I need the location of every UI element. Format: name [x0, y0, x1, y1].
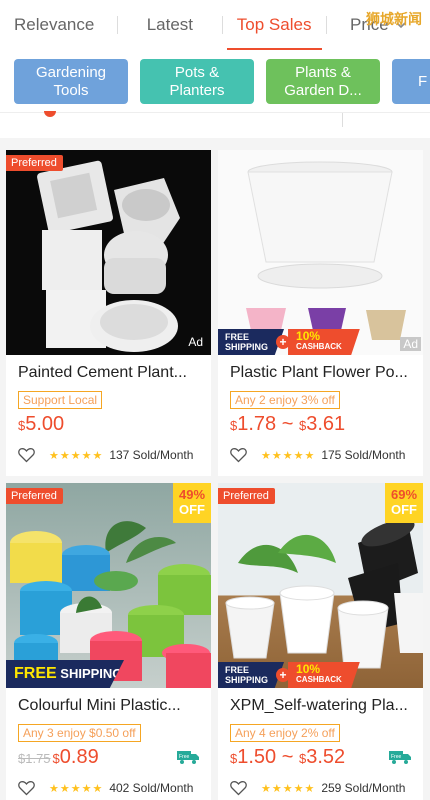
heart-icon[interactable]: [230, 780, 247, 796]
free-shipping-cashback-banner: FREE SHIPPING + 10% CASHBACK: [218, 662, 360, 688]
product-name: Painted Cement Plant...: [18, 364, 187, 381]
svg-text:Free: Free: [179, 754, 190, 760]
free-shipping-truck-icon: Free: [177, 751, 199, 764]
sort-tab-label: Latest: [146, 15, 194, 34]
ad-label: Ad: [400, 337, 421, 351]
plus-icon: +: [276, 668, 291, 682]
heart-icon[interactable]: [18, 447, 35, 463]
cement-pots-image: [37, 160, 180, 352]
category-chip-more[interactable]: F: [392, 59, 430, 104]
product-image: Preferred 49% OFF FREE SHIPPING: [6, 483, 211, 688]
chip-label: Gardening Tools: [35, 63, 107, 99]
price-value: 5.00: [25, 413, 65, 435]
product-price: $1.78 ~ $3.61: [230, 413, 346, 435]
promo-badge: Any 4 enjoy 2% off: [230, 724, 340, 742]
watermark: 狮城新闻: [366, 11, 422, 27]
category-chip-plants-garden[interactable]: Plants & Garden D...: [266, 59, 380, 104]
filter-strip: [0, 111, 430, 138]
sort-tab-latest[interactable]: Latest: [118, 0, 221, 50]
product-image: Preferred 69% OFF FREE SHIPPING + 10% CASHB…: [218, 483, 423, 688]
ad-label: Ad: [188, 335, 203, 349]
svg-text:Free: Free: [391, 754, 402, 760]
product-name: XPM_Self-watering Pla...: [230, 697, 408, 714]
cashback-label: 10% CASHBACK: [288, 662, 360, 688]
product-price: $1.50 ~ $3.52: [230, 746, 346, 768]
sort-tab-top-sales[interactable]: Top Sales: [223, 0, 326, 50]
product-card[interactable]: Preferred 69% OFF FREE SHIPPING + 10% CASHB…: [218, 483, 423, 800]
product-image: FREE SHIPPING + 10% CASHBACK Ad: [218, 150, 423, 355]
promo-badge: Any 3 enjoy $0.50 off: [18, 724, 141, 742]
plastic-pot-image: [246, 161, 406, 340]
product-meta: ★★★★★ 259 Sold/Month: [230, 779, 420, 797]
original-price: $1.75: [18, 751, 51, 766]
sort-tab-label: Top Sales: [236, 15, 312, 34]
product-card[interactable]: Preferred 49% OFF FREE SHIPPING Colourful…: [6, 483, 211, 800]
discount-badge: 69% OFF: [385, 483, 423, 523]
product-image: Preferred Ad: [6, 150, 211, 355]
sold-count: 259 Sold/Month: [321, 781, 406, 795]
sort-tab-relevance[interactable]: Relevance: [0, 0, 117, 50]
rating-stars: ★★★★★: [49, 449, 104, 462]
free-shipping-label: FREE SHIPPING: [218, 329, 285, 355]
divider: [342, 113, 343, 127]
category-chip-bar: Gardening Tools Pots & Planters Plants &…: [0, 50, 430, 112]
product-name: Colourful Mini Plastic...: [18, 697, 181, 714]
free-shipping-banner: FREE SHIPPING: [6, 660, 124, 688]
product-price: $1.75 $0.89: [18, 746, 99, 768]
product-meta: ★★★★★ 175 Sold/Month: [230, 446, 420, 464]
product-meta: ★★★★★ 137 Sold/Month: [18, 446, 208, 464]
chip-label: Pots & Planters: [169, 63, 225, 99]
preferred-badge: Preferred: [6, 488, 63, 504]
sold-count: 175 Sold/Month: [321, 448, 406, 462]
category-chip-gardening-tools[interactable]: Gardening Tools: [14, 59, 128, 104]
cashback-label: 10% CASHBACK: [288, 329, 360, 355]
preferred-badge: Preferred: [218, 488, 275, 504]
heart-icon[interactable]: [230, 447, 247, 463]
free-shipping-label: FREE SHIPPING: [218, 662, 285, 688]
promo-badge: Any 2 enjoy 3% off: [230, 391, 340, 409]
category-chip-pots-planters[interactable]: Pots & Planters: [140, 59, 254, 104]
product-card[interactable]: FREE SHIPPING + 10% CASHBACK Ad Plastic Pl…: [218, 150, 423, 476]
product-card[interactable]: Preferred Ad Painted Cement Plant... Sup…: [6, 150, 211, 476]
chip-label: F: [418, 72, 428, 90]
sold-count: 402 Sold/Month: [109, 781, 194, 795]
product-meta: ★★★★★ 402 Sold/Month: [18, 779, 208, 797]
promo-badge: Support Local: [18, 391, 103, 409]
rating-stars: ★★★★★: [261, 782, 316, 795]
free-shipping-cashback-banner: FREE SHIPPING + 10% CASHBACK: [218, 329, 360, 355]
product-name: Plastic Plant Flower Po...: [230, 364, 408, 381]
discount-badge: 49% OFF: [173, 483, 211, 523]
indicator: [44, 111, 56, 117]
chip-label: Plants & Garden D...: [284, 63, 362, 99]
product-price: $5.00: [18, 413, 64, 436]
free-shipping-truck-icon: Free: [389, 751, 411, 764]
rating-stars: ★★★★★: [261, 449, 316, 462]
sort-tab-label: Relevance: [14, 15, 95, 34]
preferred-badge: Preferred: [6, 155, 63, 171]
plus-icon: +: [276, 335, 291, 349]
rating-stars: ★★★★★: [49, 782, 104, 795]
heart-icon[interactable]: [18, 780, 35, 796]
sold-count: 137 Sold/Month: [109, 448, 194, 462]
